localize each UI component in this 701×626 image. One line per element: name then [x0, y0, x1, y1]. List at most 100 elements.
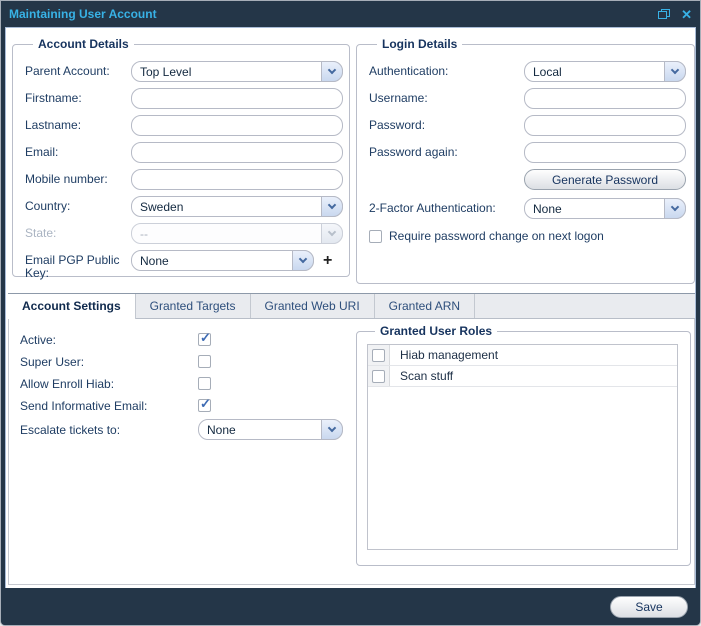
tab-granted-web-uri[interactable]: Granted Web URI: [251, 294, 375, 318]
two-factor-trigger[interactable]: [664, 198, 686, 219]
restore-icon[interactable]: [658, 9, 670, 19]
allow-enroll-hiab-row: Allow Enroll Hiab:: [20, 375, 343, 392]
firstname-label: Firstname:: [25, 88, 131, 105]
password-again-input[interactable]: [524, 142, 686, 163]
granted-user-roles-legend: Granted User Roles: [375, 324, 497, 338]
authentication-row: Authentication: Local: [369, 61, 686, 82]
two-factor-label: 2-Factor Authentication:: [369, 198, 524, 215]
allow-enroll-hiab-label: Allow Enroll Hiab:: [20, 377, 198, 391]
authentication-trigger[interactable]: [664, 61, 686, 82]
escalate-tickets-select[interactable]: None: [198, 419, 343, 440]
tab-panel: Account Settings Granted Targets Granted…: [8, 293, 695, 585]
window-title: Maintaining User Account: [9, 7, 157, 21]
super-user-checkbox[interactable]: [198, 355, 211, 368]
parent-account-trigger[interactable]: [321, 61, 343, 82]
window-controls: ✕: [658, 8, 692, 21]
footer-bar: Save: [1, 588, 700, 625]
two-factor-select[interactable]: None: [524, 198, 686, 219]
generate-password-spacer: [369, 169, 524, 173]
send-informative-email-row: Send Informative Email: ✓: [20, 397, 343, 414]
country-row: Country: Sweden: [25, 196, 343, 217]
username-input[interactable]: [524, 88, 686, 109]
send-informative-email-label: Send Informative Email:: [20, 399, 198, 413]
state-label: State:: [25, 223, 131, 240]
chevron-down-icon: [671, 203, 679, 211]
country-select[interactable]: Sweden: [131, 196, 343, 217]
two-factor-row: 2-Factor Authentication: None: [369, 198, 686, 219]
tab-body-account-settings: Active: ✓ Super User: Allow Enroll Hiab:…: [8, 319, 695, 585]
save-button[interactable]: Save: [610, 596, 688, 618]
role-checkbox[interactable]: [372, 349, 385, 362]
mobile-number-label: Mobile number:: [25, 169, 131, 186]
granted-user-roles-list: Hiab management Scan stuff: [367, 344, 678, 550]
active-label: Active:: [20, 333, 198, 347]
chevron-down-icon: [299, 255, 307, 263]
email-pgp-key-row: Email PGP Public Key: None +: [25, 250, 343, 280]
require-password-change-checkbox[interactable]: [369, 230, 382, 243]
account-details-group: Account Details Parent Account: Top Leve…: [12, 37, 350, 277]
account-settings-fields: Active: ✓ Super User: Allow Enroll Hiab:…: [20, 331, 343, 445]
login-details-legend: Login Details: [377, 37, 462, 51]
close-icon[interactable]: ✕: [681, 8, 692, 21]
login-details-group: Login Details Authentication: Local User…: [356, 37, 695, 284]
active-checkbox[interactable]: ✓: [198, 333, 211, 346]
title-bar: Maintaining User Account ✕: [1, 1, 700, 27]
list-item[interactable]: Scan stuff: [368, 366, 677, 387]
password-again-row: Password again:: [369, 142, 686, 163]
password-label: Password:: [369, 115, 524, 132]
tab-strip: Account Settings Granted Targets Granted…: [8, 293, 695, 319]
escalate-tickets-trigger[interactable]: [321, 419, 343, 440]
state-trigger: [321, 223, 343, 244]
country-label: Country:: [25, 196, 131, 213]
granted-user-roles-group: Granted User Roles Hiab management: [356, 324, 691, 566]
tab-granted-arn[interactable]: Granted ARN: [375, 294, 475, 318]
generate-password-row: Generate Password: [369, 169, 686, 190]
allow-enroll-hiab-checkbox[interactable]: [198, 377, 211, 390]
country-trigger[interactable]: [321, 196, 343, 217]
require-password-change-row: Require password change on next logon: [369, 229, 686, 243]
email-input[interactable]: [131, 142, 343, 163]
role-label: Scan stuff: [390, 369, 453, 383]
mobile-number-row: Mobile number:: [25, 169, 343, 190]
parent-account-select[interactable]: Top Level: [131, 61, 343, 82]
password-row: Password:: [369, 115, 686, 136]
role-label: Hiab management: [390, 348, 498, 362]
parent-account-label: Parent Account:: [25, 61, 131, 78]
dialog-body: Account Details Parent Account: Top Leve…: [5, 27, 696, 589]
escalate-tickets-label: Escalate tickets to:: [20, 423, 198, 437]
email-pgp-key-trigger[interactable]: [292, 250, 314, 271]
authentication-select[interactable]: Local: [524, 61, 686, 82]
active-row: Active: ✓: [20, 331, 343, 348]
password-input[interactable]: [524, 115, 686, 136]
tab-granted-targets[interactable]: Granted Targets: [136, 294, 251, 318]
email-pgp-key-label: Email PGP Public Key:: [25, 250, 131, 280]
lastname-row: Lastname:: [25, 115, 343, 136]
lastname-label: Lastname:: [25, 115, 131, 132]
username-row: Username:: [369, 88, 686, 109]
chevron-down-icon: [328, 201, 336, 209]
state-row: State: --: [25, 223, 343, 244]
super-user-label: Super User:: [20, 355, 198, 369]
add-pgp-key-icon[interactable]: +: [323, 250, 332, 270]
escalate-tickets-row: Escalate tickets to: None: [20, 419, 343, 440]
account-details-legend: Account Details: [33, 37, 134, 51]
email-label: Email:: [25, 142, 131, 159]
firstname-row: Firstname:: [25, 88, 343, 109]
chevron-down-icon: [328, 228, 336, 236]
role-checkbox-cell: [368, 345, 390, 365]
firstname-input[interactable]: [131, 88, 343, 109]
authentication-label: Authentication:: [369, 61, 524, 78]
super-user-row: Super User:: [20, 353, 343, 370]
dialog-window: Maintaining User Account ✕ Account Detai…: [0, 0, 701, 626]
role-checkbox[interactable]: [372, 370, 385, 383]
generate-password-button[interactable]: Generate Password: [524, 169, 686, 190]
email-pgp-key-select[interactable]: None: [131, 250, 314, 271]
mobile-number-input[interactable]: [131, 169, 343, 190]
list-item[interactable]: Hiab management: [368, 345, 677, 366]
tab-account-settings[interactable]: Account Settings: [8, 294, 136, 319]
lastname-input[interactable]: [131, 115, 343, 136]
send-informative-email-checkbox[interactable]: ✓: [198, 399, 211, 412]
chevron-down-icon: [328, 424, 336, 432]
chevron-down-icon: [328, 66, 336, 74]
password-again-label: Password again:: [369, 142, 524, 159]
